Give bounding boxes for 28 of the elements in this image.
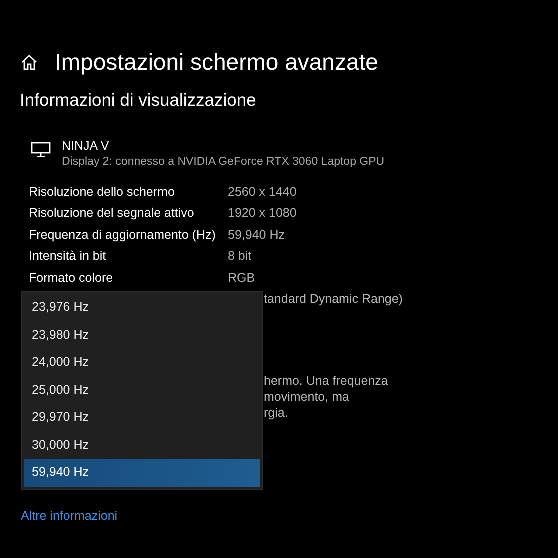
dropdown-option[interactable]: 59,940 Hz xyxy=(24,459,260,486)
display-name: NINJA V xyxy=(62,139,110,154)
home-icon[interactable] xyxy=(21,54,38,70)
dropdown-option[interactable]: 23,980 Hz xyxy=(24,322,260,349)
display-description: Display 2: connesso a NVIDIA GeForce RTX 3060 Laptop GPU xyxy=(62,155,385,170)
info-label: Frequenza di aggiornamento (Hz) xyxy=(29,228,217,242)
page-title: Impostazioni schermo avanzate xyxy=(55,48,378,76)
dropdown-option[interactable]: 25,000 Hz xyxy=(24,376,260,404)
section-title: Informazioni di visualizzazione xyxy=(19,89,258,112)
description-text: rgia. xyxy=(264,404,290,420)
more-info-link[interactable]: Altre informazioni xyxy=(21,508,118,522)
info-value: RGB xyxy=(228,270,256,285)
description-text: hermo. Una frequenza xyxy=(264,372,390,388)
info-value: 8 bit xyxy=(228,249,252,264)
info-label: Formato colore xyxy=(29,270,114,285)
dropdown-option[interactable]: 23,976 Hz xyxy=(24,294,260,322)
info-value: 59,940 Hz xyxy=(228,228,285,242)
info-label: Intensità in bit xyxy=(29,249,108,264)
description-text: movimento, ma xyxy=(264,388,350,404)
monitor-icon xyxy=(31,142,51,158)
dropdown-option[interactable]: 30,000 Hz xyxy=(24,432,260,459)
dropdown-option[interactable]: 29,970 Hz xyxy=(24,404,260,432)
dropdown-option[interactable]: 24,000 Hz xyxy=(24,349,260,376)
info-value: 2560 x 1440 xyxy=(228,184,297,199)
info-value: 1920 x 1080 xyxy=(228,206,297,220)
info-label: Risoluzione dello schermo xyxy=(29,184,176,199)
info-label: Risoluzione del segnale attivo xyxy=(29,206,196,220)
info-value: tandard Dynamic Range) xyxy=(264,290,404,308)
